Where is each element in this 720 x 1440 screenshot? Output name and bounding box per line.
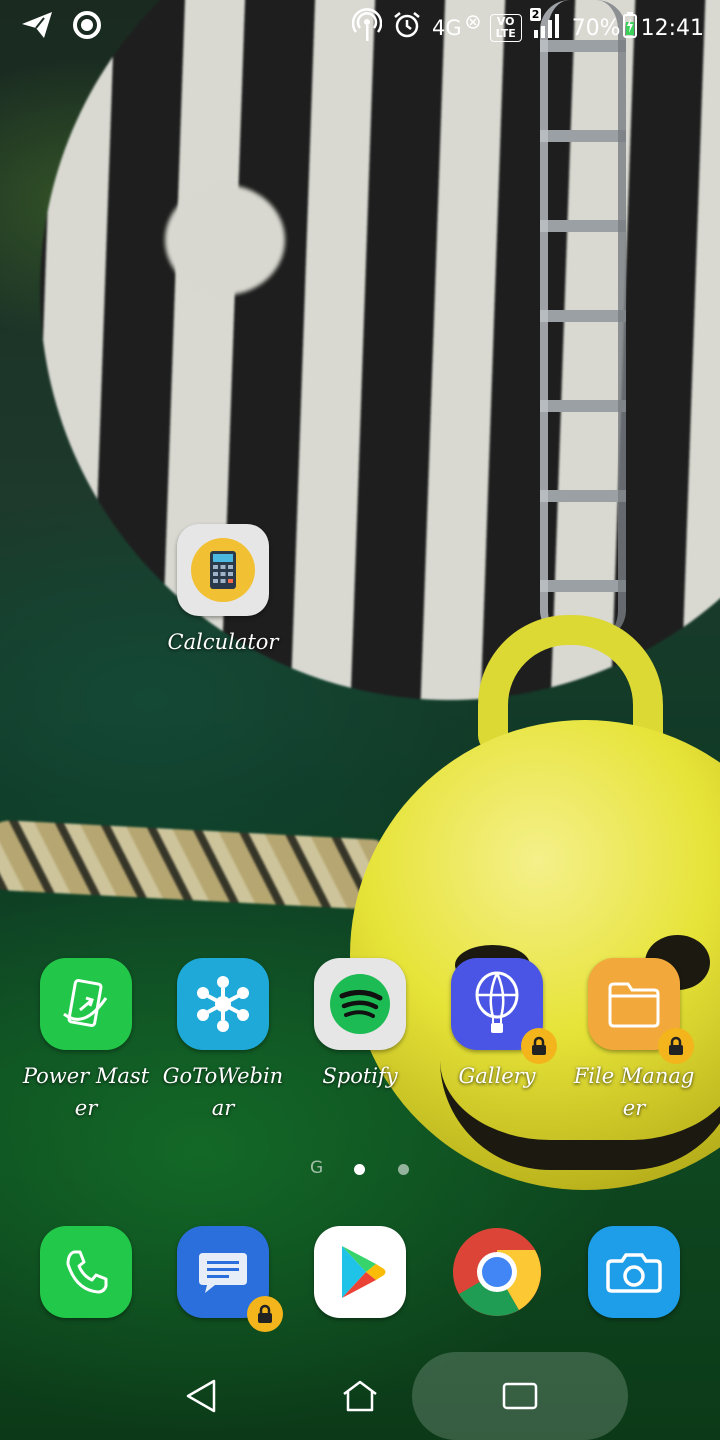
wallpaper-fabric-dot — [165, 185, 285, 295]
gotowebinar-icon — [177, 958, 269, 1050]
volte-label: VO LTE — [489, 14, 522, 42]
hotspot-icon — [351, 8, 383, 48]
page-indicator: G — [0, 1158, 720, 1182]
wallpaper-rope — [0, 819, 402, 911]
signal-icon: 2 — [529, 8, 562, 44]
wallpaper — [0, 0, 720, 1440]
app-gotowebinar[interactable]: GoToWebinar — [153, 958, 293, 1124]
circle-notification-icon — [72, 10, 102, 46]
app-power-master[interactable]: Power Master — [16, 958, 156, 1124]
app-label: Gallery — [458, 1064, 536, 1088]
lock-badge-icon — [521, 1028, 557, 1064]
volte-icon: VO LTE — [489, 14, 522, 42]
google-page-indicator[interactable]: G — [310, 1158, 323, 1178]
telegram-icon — [20, 10, 54, 46]
dock-phone[interactable] — [16, 1226, 156, 1318]
spotify-icon — [314, 958, 406, 1050]
network-x-icon — [465, 10, 480, 35]
back-icon[interactable] — [184, 1378, 218, 1418]
dock-camera[interactable] — [564, 1226, 704, 1318]
app-file-manager[interactable]: File Manager — [564, 958, 704, 1124]
dock-play-store[interactable] — [290, 1226, 430, 1318]
app-label: File Manager — [573, 1064, 695, 1120]
network-type: 4G — [432, 16, 462, 40]
dock-messages[interactable] — [153, 1226, 293, 1332]
alarm-icon — [392, 10, 422, 46]
recents-icon[interactable] — [502, 1382, 538, 1414]
page-dot[interactable] — [398, 1164, 409, 1175]
app-label: GoToWebinar — [162, 1064, 284, 1120]
clock: 12:41 — [640, 15, 704, 41]
app-label: Calculator — [167, 630, 279, 654]
phone-icon — [40, 1226, 132, 1318]
navigation-bar — [0, 1352, 720, 1440]
wallpaper-chain — [540, 0, 626, 640]
camera-icon — [588, 1226, 680, 1318]
status-bar[interactable]: 4G VO LTE 2 70% 12:41 — [0, 0, 720, 48]
home-icon[interactable] — [340, 1378, 380, 1418]
sim-badge: 2 — [529, 8, 542, 21]
gallery-icon — [451, 958, 557, 1064]
app-calculator[interactable]: Calculator — [153, 524, 293, 658]
chrome-icon — [451, 1226, 543, 1318]
lock-badge-icon — [247, 1296, 283, 1332]
file-manager-icon — [588, 958, 694, 1064]
dock-chrome[interactable] — [427, 1226, 567, 1318]
messages-icon — [177, 1226, 283, 1332]
battery-charging-icon — [622, 12, 637, 44]
battery-percent: 70% — [571, 15, 621, 41]
app-spotify[interactable]: Spotify — [290, 958, 430, 1092]
lock-badge-icon — [658, 1028, 694, 1064]
power-master-icon — [40, 958, 132, 1050]
calculator-icon — [177, 524, 269, 616]
play-store-icon — [314, 1226, 406, 1318]
app-label: Spotify — [322, 1064, 398, 1088]
app-label: Power Master — [22, 1064, 150, 1120]
app-gallery[interactable]: Gallery — [427, 958, 567, 1092]
page-dot-current[interactable] — [354, 1164, 365, 1175]
